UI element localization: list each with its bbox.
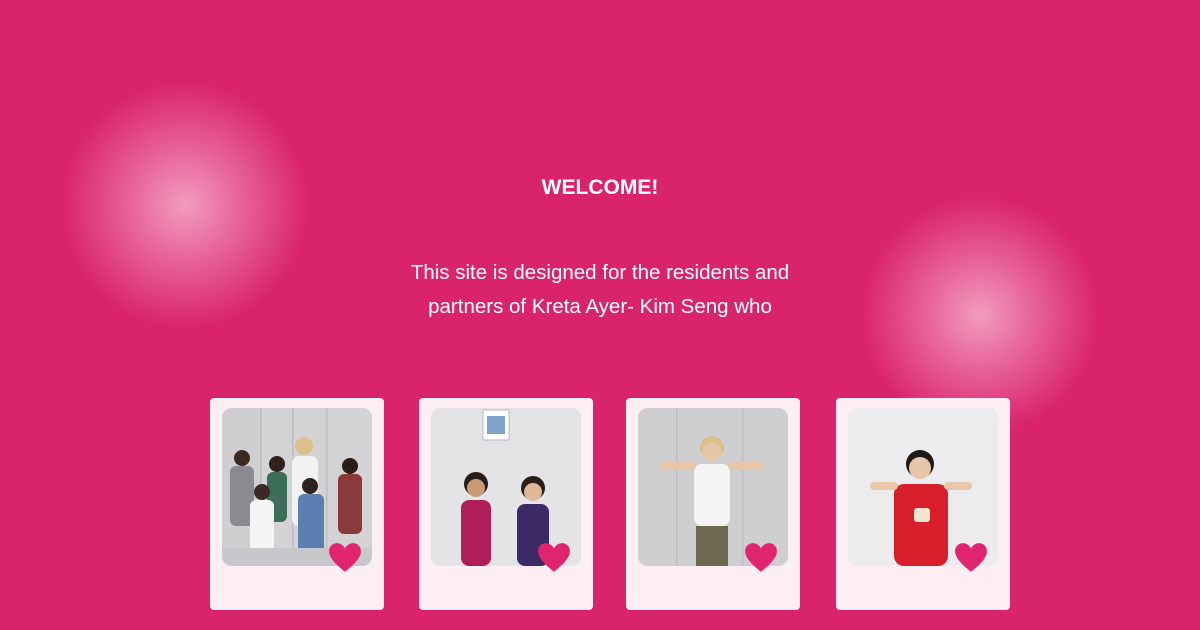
description-line-1: This site is designed for the residents … (410, 261, 790, 284)
polaroid-photo-1 (210, 398, 384, 610)
polaroid-photo-3 (626, 398, 800, 610)
welcome-description: This site is designed for the residents … (370, 256, 830, 324)
polaroid-photo-2 (419, 398, 593, 610)
heart-icon (538, 543, 570, 572)
heart-icon (745, 543, 777, 572)
description-line-2: partners of Kreta Ayer- Kim Seng who (428, 295, 772, 318)
heart-icon (329, 543, 361, 572)
heart-icon (955, 543, 987, 572)
welcome-heading: WELCOME! (541, 176, 659, 199)
background-glow-left (60, 80, 310, 330)
polaroid-photo-4 (836, 398, 1010, 610)
